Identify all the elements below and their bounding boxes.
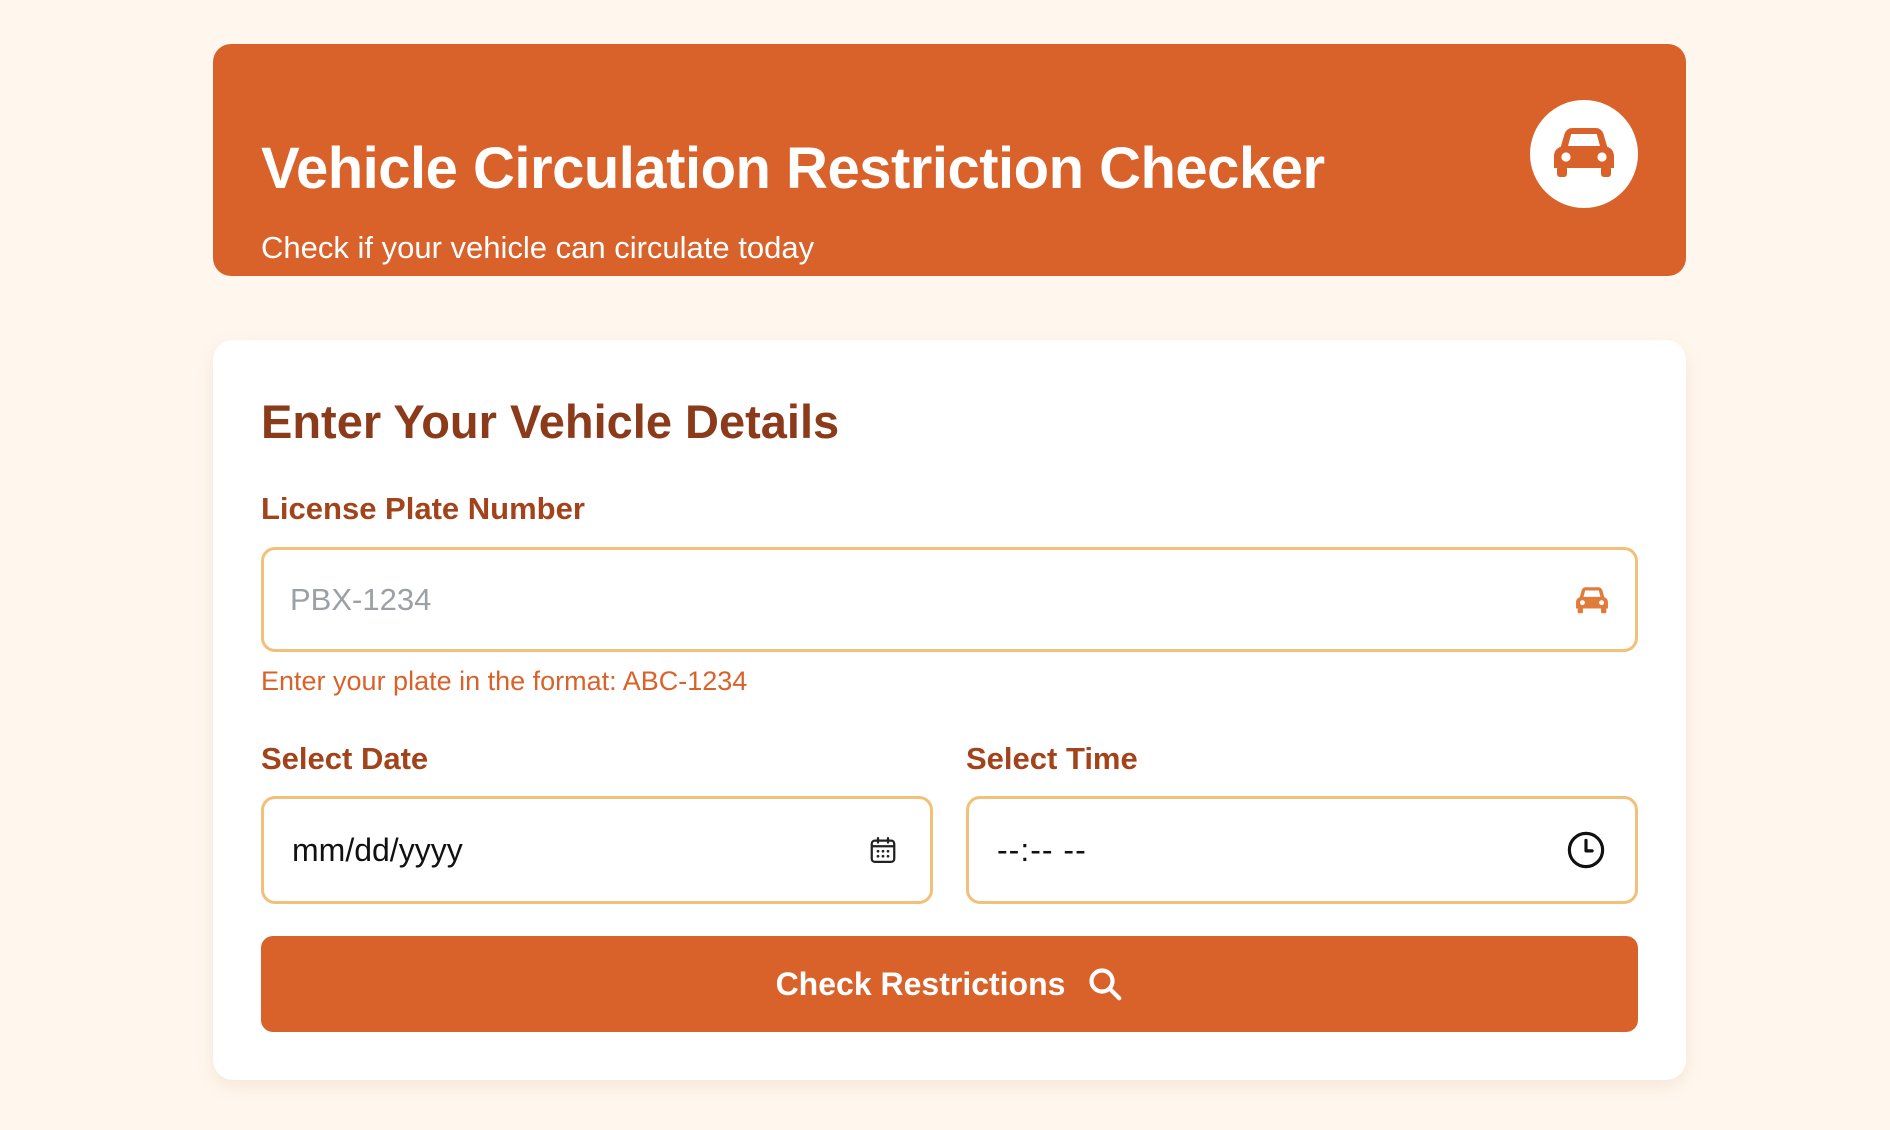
search-icon (1087, 966, 1123, 1002)
date-input-value[interactable]: mm/dd/yyyy (264, 834, 463, 866)
plate-label: License Plate Number (261, 491, 585, 526)
car-icon (1575, 586, 1609, 614)
check-restrictions-label: Check Restrictions (775, 966, 1066, 1002)
car-icon (1552, 126, 1616, 183)
time-field[interactable]: --:-- -- (966, 796, 1638, 904)
date-field[interactable]: mm/dd/yyyy (261, 796, 933, 904)
app-header: Vehicle Circulation Restriction Checker … (213, 44, 1686, 276)
vehicle-details-card: Enter Your Vehicle Details License Plate… (213, 340, 1686, 1080)
date-label: Select Date (261, 741, 429, 776)
plate-input[interactable] (264, 550, 1635, 649)
time-input-value[interactable]: --:-- -- (969, 834, 1087, 866)
check-restrictions-button[interactable]: Check Restrictions (261, 936, 1638, 1032)
plate-format-hint: Enter your plate in the format: ABC-1234 (261, 666, 748, 696)
header-badge (1530, 100, 1638, 208)
section-title: Enter Your Vehicle Details (261, 395, 840, 448)
plate-field[interactable] (261, 547, 1638, 652)
page-title: Vehicle Circulation Restriction Checker (261, 136, 1325, 201)
time-label: Select Time (966, 741, 1138, 776)
clock-icon[interactable] (1565, 829, 1607, 871)
calendar-icon[interactable] (868, 835, 898, 865)
page-subtitle: Check if your vehicle can circulate toda… (261, 230, 815, 265)
